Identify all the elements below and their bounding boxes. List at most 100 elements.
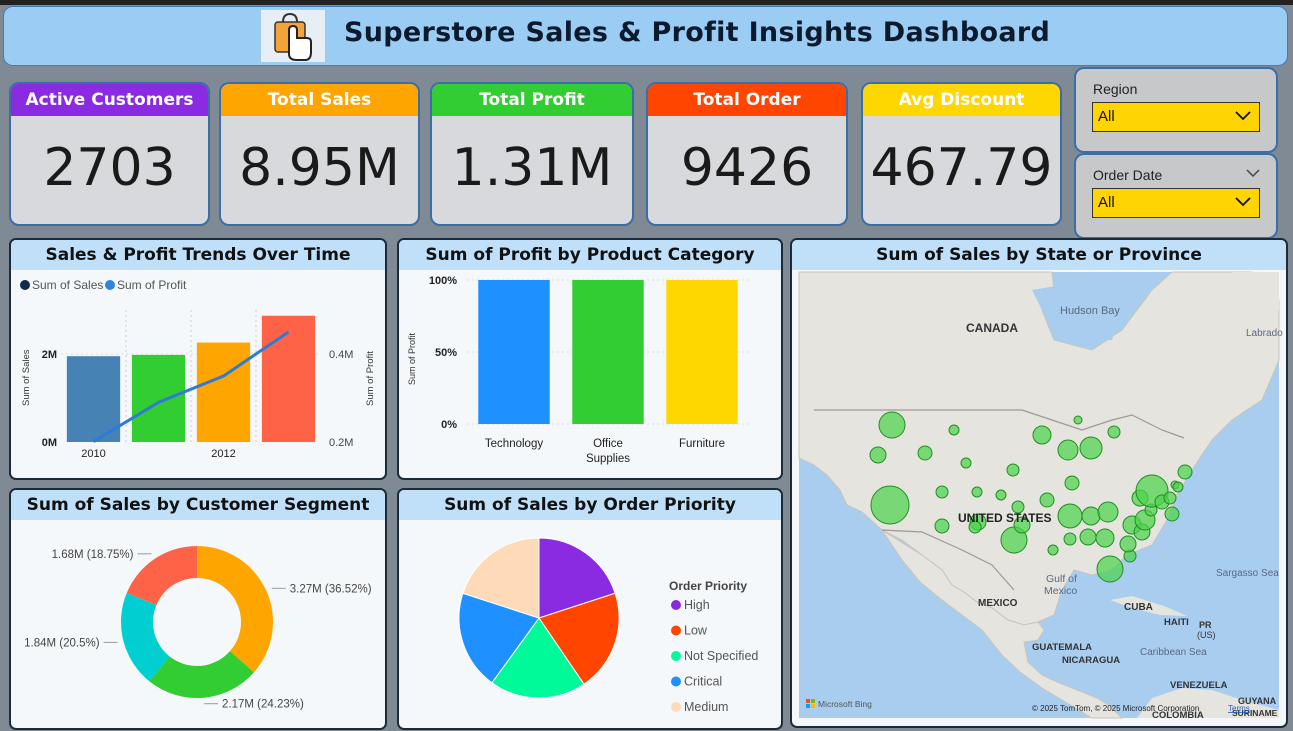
category-bar bbox=[478, 280, 550, 424]
order-date-slicer-label: Order Date bbox=[1093, 167, 1163, 183]
x-tick-label: 2012 bbox=[211, 448, 235, 460]
state-sales-bubble bbox=[1047, 544, 1059, 556]
order-date-slicer: Order Date All bbox=[1074, 153, 1278, 239]
state-sales-bubble bbox=[1095, 528, 1115, 548]
state-sales-bubble bbox=[1172, 481, 1184, 493]
state-sales-bubble bbox=[869, 446, 887, 464]
priority-legend-label: Critical bbox=[684, 675, 722, 689]
map-label-mexico: MEXICO bbox=[978, 598, 1018, 609]
region-slicer: Region All bbox=[1074, 67, 1278, 153]
region-dropdown[interactable]: All bbox=[1092, 102, 1260, 132]
priority-panel-title: Sum of Sales by Order Priority bbox=[399, 490, 781, 520]
kpi-total-sales: Total Sales 8.95M bbox=[219, 82, 420, 226]
chevron-down-icon[interactable] bbox=[1246, 169, 1260, 178]
map-label-venezuela: VENEZUELA bbox=[1170, 680, 1228, 691]
state-sales-bubble bbox=[1006, 463, 1020, 477]
segment-data-label: 3.27M (36.52%) bbox=[290, 583, 372, 595]
category-bar bbox=[572, 280, 644, 424]
priority-legend-label: Low bbox=[684, 624, 708, 638]
legend-marker-profit bbox=[105, 280, 115, 290]
kpi-active-customers: Active Customers 2703 bbox=[9, 82, 210, 226]
kpi-avg-discount: Avg Discount 467.79 bbox=[861, 82, 1062, 226]
state-sales-bubble bbox=[1163, 491, 1177, 505]
legend-label-sales: Sum of Sales bbox=[32, 278, 103, 292]
kpi-total-profit: Total Profit 1.31M bbox=[430, 82, 634, 226]
segment-panel: Sum of Sales by Customer Segment 3.27M (… bbox=[9, 488, 387, 730]
state-sales-bubble bbox=[1096, 555, 1124, 583]
map-label-gulf-2: Mexico bbox=[1044, 585, 1077, 597]
segment-panel-title: Sum of Sales by Customer Segment bbox=[11, 490, 385, 520]
x-tick-label: Office bbox=[593, 438, 623, 450]
dashboard-title: Superstore Sales & Profit Insights Dashb… bbox=[344, 17, 1051, 48]
order-date-dropdown-value: All bbox=[1098, 194, 1115, 211]
state-sales-bubble bbox=[1177, 464, 1193, 480]
x-tick-label: 2010 bbox=[81, 448, 105, 460]
chevron-down-icon bbox=[1235, 197, 1251, 207]
segment-data-label: 1.68M (18.75%) bbox=[52, 549, 134, 561]
segment-slice bbox=[126, 546, 197, 606]
sales-map[interactable]: Hudson Bay CANADA Labrado Gulf of Mexico… bbox=[792, 270, 1286, 724]
trend-panel: Sales & Profit Trends Over Time Sum of S… bbox=[9, 238, 387, 480]
state-sales-bubble bbox=[971, 486, 983, 498]
category-panel: Sum of Profit by Product Category 0% 50% 1… bbox=[397, 238, 783, 480]
x-tick-label: Technology bbox=[485, 438, 543, 450]
state-sales-bubble bbox=[935, 485, 949, 499]
kpi-label: Avg Discount bbox=[863, 84, 1060, 116]
priority-legend-marker bbox=[671, 651, 681, 661]
legend-label-profit: Sum of Profit bbox=[117, 278, 187, 292]
state-sales-bubble bbox=[1063, 532, 1077, 546]
map-panel-title: Sum of Sales by State or Province bbox=[792, 240, 1286, 270]
y2-axis-title: Sum of Profit bbox=[365, 351, 376, 406]
priority-legend-marker bbox=[671, 702, 681, 712]
category-chart: 0% 50% 100% Technology Office Supplies Furnitu… bbox=[407, 275, 749, 465]
category-bar bbox=[666, 280, 738, 424]
kpi-value: 2703 bbox=[43, 138, 176, 198]
map-panel: Sum of Sales by State or Province Hudson… bbox=[790, 238, 1288, 728]
kpi-total-order: Total Order 9426 bbox=[646, 82, 848, 226]
sales-bar bbox=[196, 342, 251, 442]
map-label-labrador: Labrado bbox=[1246, 328, 1283, 339]
map-label-canada: CANADA bbox=[966, 321, 1018, 335]
y-tick-label: 100% bbox=[429, 275, 457, 287]
region-dropdown-value: All bbox=[1098, 108, 1115, 125]
state-sales-bubble bbox=[948, 424, 960, 436]
state-sales-bubble bbox=[870, 485, 910, 525]
sales-bar bbox=[131, 354, 186, 442]
state-sales-bubble bbox=[1032, 425, 1052, 445]
state-sales-bubble bbox=[878, 411, 906, 439]
y-tick-label: 0% bbox=[441, 419, 457, 431]
region-slicer-label: Region bbox=[1093, 81, 1138, 97]
priority-legend-label: High bbox=[684, 598, 710, 612]
state-sales-bubble bbox=[1079, 528, 1097, 546]
state-sales-bubble bbox=[1081, 506, 1101, 526]
title-bar: Superstore Sales & Profit Insights Dashb… bbox=[3, 6, 1288, 66]
category-panel-title: Sum of Profit by Product Category bbox=[399, 240, 781, 270]
state-sales-bubble bbox=[1073, 415, 1083, 425]
legend-marker-sales bbox=[20, 280, 30, 290]
kpi-label: Active Customers bbox=[11, 84, 208, 116]
segment-data-label: 1.84M (20.5%) bbox=[24, 637, 100, 649]
priority-pie-chart: Order Priority High Low Not Specified Critic… bbox=[458, 537, 758, 714]
state-sales-bubble bbox=[1057, 503, 1083, 529]
map-bing-label: Microsoft Bing bbox=[818, 699, 872, 709]
kpi-value: 467.79 bbox=[870, 138, 1053, 198]
priority-legend-label: Medium bbox=[684, 700, 728, 714]
map-label-sargasso: Sargasso Sea bbox=[1216, 568, 1279, 579]
y-axis-title: Sum of Sales bbox=[21, 349, 32, 406]
order-date-dropdown[interactable]: All bbox=[1092, 188, 1260, 218]
priority-legend-label: Not Specified bbox=[684, 649, 758, 663]
priority-legend-marker bbox=[671, 676, 681, 687]
trend-panel-title: Sales & Profit Trends Over Time bbox=[11, 240, 385, 270]
map-label-cuba: CUBA bbox=[1124, 602, 1153, 613]
trend-chart: Sum of Sales Sum of Profit 0M 2M 0.2M 0.4M 201… bbox=[20, 278, 376, 460]
priority-legend-marker bbox=[671, 625, 681, 636]
map-terms-link[interactable]: Terms bbox=[1228, 704, 1250, 713]
kpi-value: 1.31M bbox=[451, 138, 613, 198]
state-sales-bubble bbox=[995, 489, 1007, 501]
map-label-pr-us: (US) bbox=[1197, 630, 1216, 640]
state-sales-bubble bbox=[1064, 475, 1080, 491]
y-tick-label: 2M bbox=[42, 349, 57, 361]
x-tick-label: Supplies bbox=[586, 453, 630, 465]
y-tick-label: 0M bbox=[42, 437, 57, 449]
window-top-border bbox=[0, 0, 1293, 5]
